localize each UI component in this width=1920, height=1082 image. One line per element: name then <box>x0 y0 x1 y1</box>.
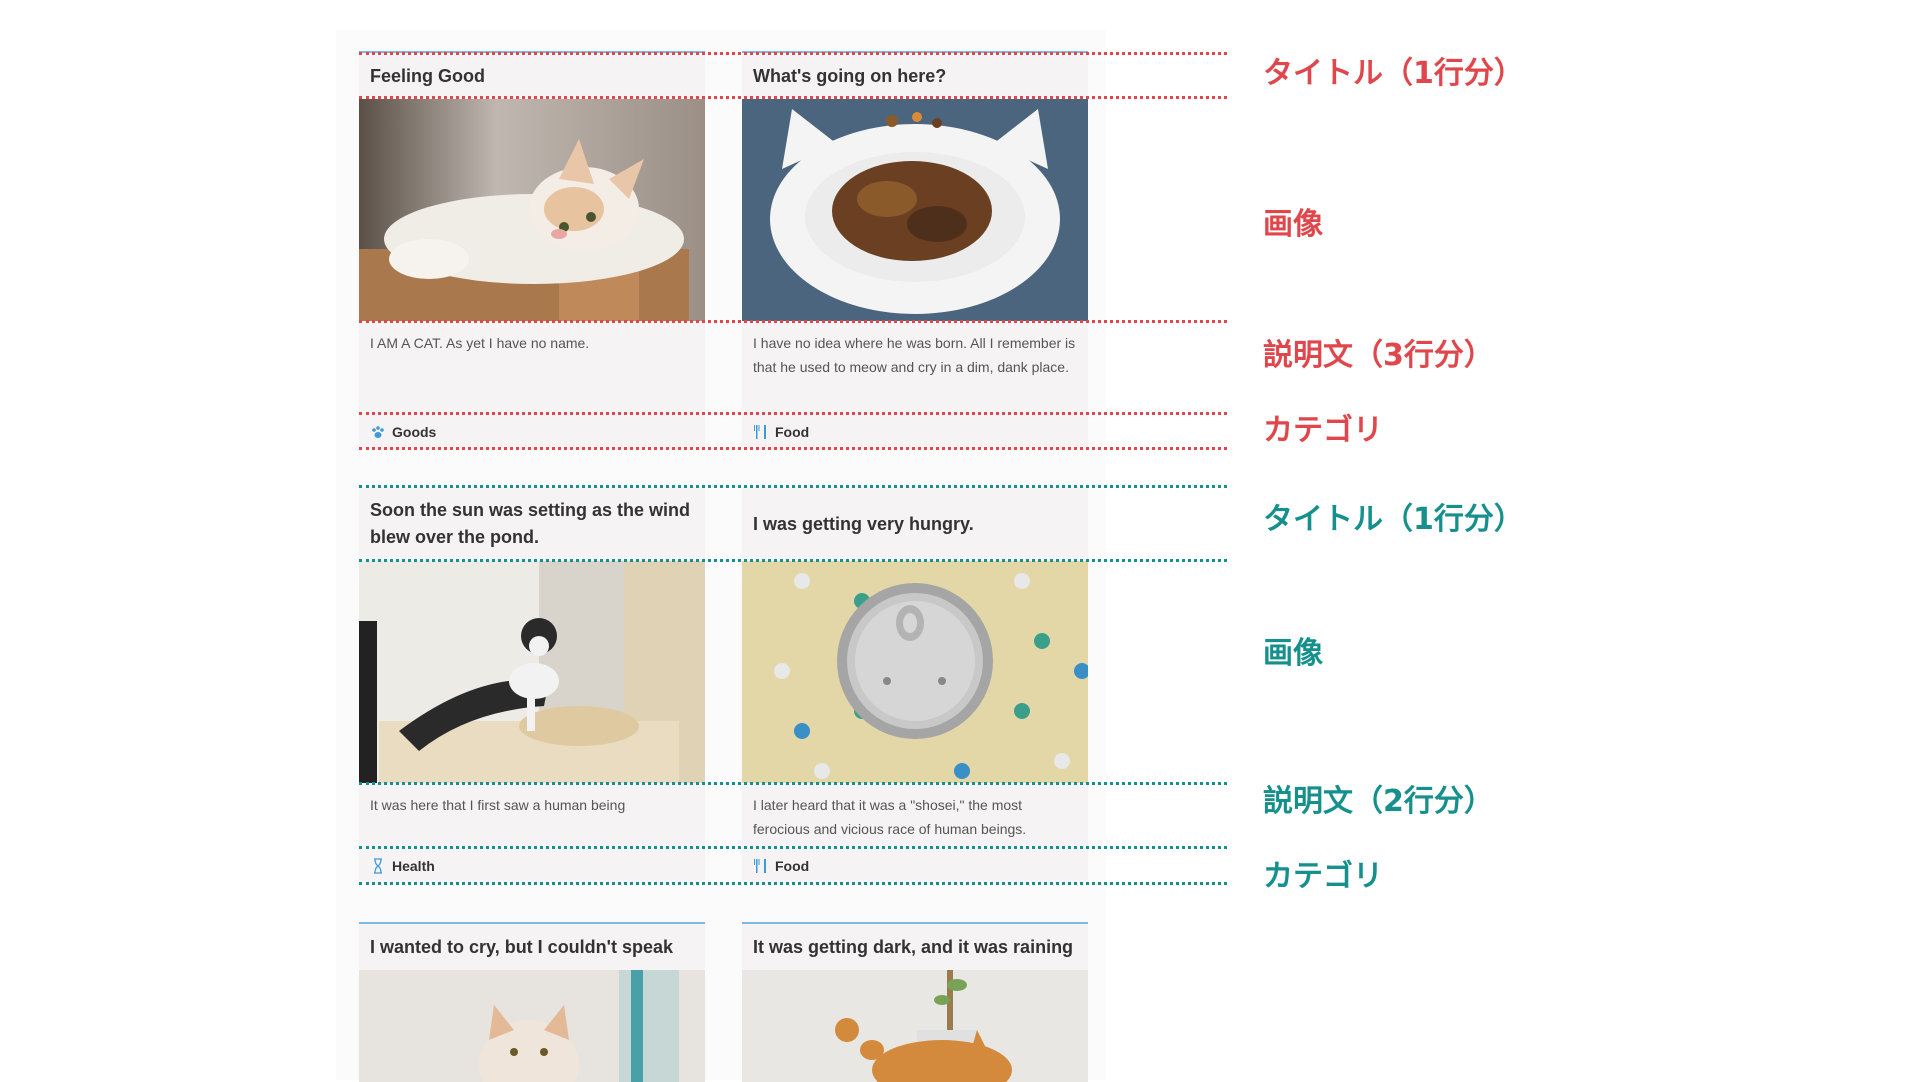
card-image-cat-sitting[interactable] <box>359 970 705 1082</box>
paw-icon <box>372 426 384 438</box>
card-category[interactable]: Food <box>742 415 1088 449</box>
article-card[interactable]: What's going on here? I have no idea whe… <box>742 51 1088 449</box>
annotation-title-label: タイトル（1行分） <box>1263 502 1524 537</box>
article-card[interactable]: I wanted to cry, but I couldn't speak <box>359 922 705 1082</box>
annotation-image-label: 画像 <box>1263 636 1323 671</box>
annotation-image-label: 画像 <box>1263 207 1323 242</box>
card-image-cat-standing[interactable] <box>359 561 705 783</box>
guide-line <box>359 559 1227 562</box>
guide-line <box>359 782 1227 785</box>
fork-knife-icon <box>754 425 766 439</box>
card-title[interactable]: Soon the sun was setting as the wind ble… <box>359 487 705 561</box>
guide-line <box>359 320 1227 323</box>
guide-line <box>359 447 1227 450</box>
card-image-cat-playing[interactable] <box>742 970 1088 1082</box>
card-category[interactable]: Goods <box>359 415 705 449</box>
annotation-description-label: 説明文（2行分） <box>1263 784 1494 819</box>
annotation-description-label: 説明文（3行分） <box>1263 338 1494 373</box>
card-image-canned-food[interactable] <box>742 561 1088 783</box>
annotation-category-label: カテゴリ <box>1263 413 1383 448</box>
card-title[interactable]: What's going on here? <box>742 53 1088 99</box>
card-description: I have no idea where he was born. All I … <box>753 335 1076 375</box>
category-label: Food <box>775 424 810 440</box>
card-category[interactable]: Food <box>742 849 1088 883</box>
fork-knife-icon <box>754 859 766 873</box>
category-label: Food <box>775 858 810 874</box>
card-title[interactable]: I was getting very hungry. <box>742 487 1088 561</box>
card-description: It was here that I first saw a human bei… <box>370 797 626 813</box>
guide-line <box>359 485 1227 488</box>
category-label: Goods <box>392 424 437 440</box>
card-image-cat-food-bowl[interactable] <box>742 99 1088 321</box>
article-card[interactable]: Soon the sun was setting as the wind ble… <box>359 487 705 883</box>
guide-line <box>359 52 1227 55</box>
card-category[interactable]: Health <box>359 849 705 883</box>
card-title[interactable]: Feeling Good <box>359 53 705 99</box>
card-title[interactable]: It was getting dark, and it was raining <box>742 924 1088 970</box>
guide-line <box>359 846 1227 849</box>
guide-line <box>359 96 1227 99</box>
article-card[interactable]: It was getting dark, and it was raining <box>742 922 1088 1082</box>
card-description: I later heard that it was a "shosei," th… <box>753 797 1027 837</box>
hourglass-icon <box>374 858 382 874</box>
annotation-category-label: カテゴリ <box>1263 859 1383 894</box>
guide-line <box>359 882 1227 885</box>
guide-line <box>359 412 1227 415</box>
card-title[interactable]: I wanted to cry, but I couldn't speak <box>359 924 705 970</box>
annotation-title-label: タイトル（1行分） <box>1263 56 1524 91</box>
category-label: Health <box>392 858 435 874</box>
card-image-cat-lying[interactable] <box>359 99 705 321</box>
article-card[interactable]: I was getting very hungry. I later heard… <box>742 487 1088 883</box>
card-description: I AM A CAT. As yet I have no name. <box>370 335 590 351</box>
article-card[interactable]: Feeling Good I AM A CAT. As yet I have n… <box>359 51 705 449</box>
